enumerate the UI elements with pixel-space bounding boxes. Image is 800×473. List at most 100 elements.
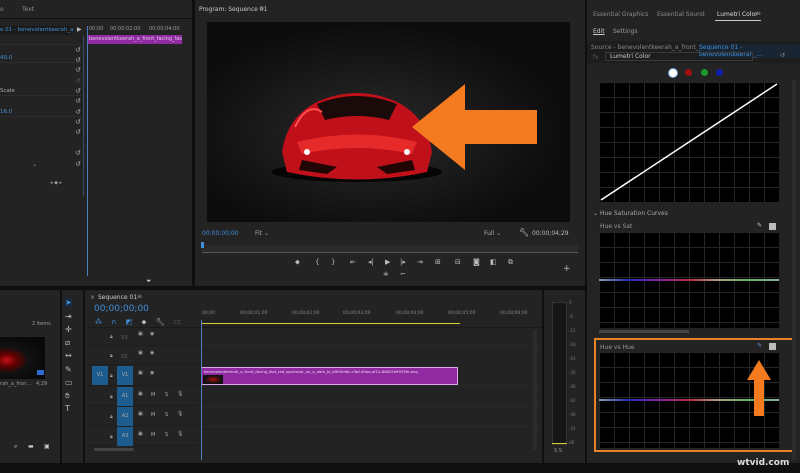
go-to-in-icon[interactable]: ⇤	[350, 258, 356, 266]
overwrite-icon[interactable]: ⊟	[455, 258, 461, 266]
folder-icon[interactable]: ▬	[28, 443, 34, 450]
new-item-icon[interactable]: ▣	[44, 443, 50, 450]
insert-icon[interactable]: ⊞	[435, 258, 441, 266]
selection-tool-icon[interactable]: ➤	[65, 298, 72, 307]
rgb-curve-graph[interactable]	[599, 82, 779, 202]
value-field[interactable]: 40.0	[0, 54, 82, 63]
play-only-icon[interactable]: ▶	[77, 26, 82, 33]
sync-lock-icon[interactable]: ▣	[138, 411, 143, 417]
reset-icon[interactable]: ↺	[75, 108, 81, 116]
filter-icon[interactable]: ⏷	[146, 277, 152, 286]
extract-icon[interactable]: ⌐	[400, 270, 406, 278]
sync-lock-icon[interactable]: ▣	[138, 391, 143, 397]
reset-icon[interactable]: ↺	[75, 128, 81, 136]
marker-icon[interactable]: ⬥	[141, 318, 146, 326]
subtab-edit[interactable]: Edit	[593, 28, 605, 35]
play-icon[interactable]: ▶	[385, 258, 390, 266]
enable-checkbox[interactable]	[769, 223, 776, 230]
source-label[interactable]: Source - benevolentkeerah_a_front_f...	[591, 44, 706, 51]
reset-icon[interactable]: ↺	[75, 77, 81, 85]
chevron-down-icon[interactable]: ⌄	[32, 161, 37, 168]
mic-icon[interactable]: 🎙︎	[177, 431, 183, 437]
scrub-playhead[interactable]	[201, 242, 204, 248]
track-label-v2[interactable]: V2	[121, 354, 128, 360]
toggle-output-icon[interactable]: ▣	[138, 370, 143, 376]
value-field[interactable]: 16.0	[0, 108, 82, 117]
reset-icon[interactable]: ↺	[75, 56, 81, 64]
eyedropper-icon[interactable]: ✎	[757, 342, 762, 349]
toggle-output-icon[interactable]: ▣	[138, 331, 143, 337]
mic-icon[interactable]: 🎙︎	[177, 391, 183, 397]
lift-icon[interactable]: ≑	[383, 270, 389, 278]
quality-select[interactable]: Full ⌄	[484, 230, 501, 237]
rectangle-icon[interactable]: ▭	[65, 378, 73, 387]
media-thumbnail[interactable]	[0, 337, 45, 379]
reset-icon[interactable]: ↺	[75, 118, 81, 126]
solo-button[interactable]: S	[165, 432, 168, 438]
eye-icon[interactable]: ◉	[150, 370, 154, 376]
step-forward-icon[interactable]: |▸	[400, 258, 406, 266]
meter-solo-buttons[interactable]: S S	[554, 448, 562, 454]
reset-icon[interactable]: ↺	[780, 52, 785, 59]
playhead[interactable]	[87, 26, 88, 276]
sync-lock-icon[interactable]: ▣	[138, 431, 143, 437]
slip-icon[interactable]: ↔	[65, 351, 72, 360]
scrub-bar[interactable]	[202, 245, 578, 253]
white-channel-button[interactable]	[669, 69, 677, 77]
solo-button[interactable]: S	[165, 412, 168, 418]
solo-button[interactable]: S	[165, 392, 168, 398]
panel-scrollbar[interactable]	[792, 80, 796, 460]
reset-icon[interactable]: ↺	[75, 149, 81, 157]
type-icon[interactable]: T	[65, 404, 70, 413]
tab-lumetri-color[interactable]: Lumetri Color	[717, 11, 758, 18]
razor-icon[interactable]: ⧄	[65, 338, 70, 348]
enable-checkbox[interactable]	[769, 343, 776, 350]
mute-button[interactable]: M	[151, 432, 155, 438]
eye-icon[interactable]: ◉	[150, 350, 154, 356]
work-area-bar[interactable]	[202, 323, 460, 324]
camera-icon[interactable]: ◙	[473, 258, 480, 266]
ripple-edit-icon[interactable]: ✛	[65, 325, 72, 334]
timeline-timecode[interactable]: 00;00;00;00	[94, 304, 149, 314]
source-patch-v1[interactable]: V1	[92, 366, 108, 385]
track-label-a1[interactable]: A1	[117, 387, 133, 406]
blue-channel-button[interactable]	[716, 69, 723, 76]
red-channel-button[interactable]	[685, 69, 692, 76]
tab-essential-graphics[interactable]: Essential Graphics	[593, 11, 648, 18]
mic-icon[interactable]: 🎙︎	[177, 411, 183, 417]
eyedropper-icon[interactable]: ✎	[757, 222, 762, 229]
add-button-icon[interactable]: +	[563, 264, 571, 274]
hand-icon[interactable]: ✋︎	[65, 391, 70, 401]
loop-icon[interactable]: ⧉	[508, 258, 513, 267]
tab-text[interactable]: Text	[22, 6, 34, 13]
item-name[interactable]: rah_a_fron...	[0, 381, 31, 387]
keyframe-nav[interactable]: ◂ ◆ ▸	[50, 180, 62, 186]
linked-icon[interactable]: ◩	[126, 318, 133, 326]
go-to-out-icon[interactable]: ⇥	[417, 258, 423, 266]
effect-select[interactable]: Lumetri Color	[605, 52, 753, 61]
menu-icon[interactable]: ≡	[259, 5, 264, 12]
compare-icon[interactable]: ◧	[490, 258, 497, 266]
reset-icon[interactable]: ↺	[75, 87, 81, 95]
source-header[interactable]: e 01 - benevolentkeerah_a_...	[0, 26, 74, 35]
track-select-icon[interactable]: ⇥	[65, 312, 72, 321]
section-header[interactable]: ⌄ Hue Saturation Curves	[593, 210, 668, 217]
toggle-output-icon[interactable]: ▣	[138, 350, 143, 356]
track-zoom-scrollbar[interactable]	[94, 448, 134, 451]
vertical-scrollbar[interactable]	[533, 330, 537, 450]
marker-icon[interactable]: ⬥	[295, 258, 300, 267]
mute-button[interactable]: M	[151, 412, 155, 418]
reset-icon[interactable]: ↺	[75, 46, 81, 54]
track-label-v1[interactable]: V1	[117, 366, 133, 385]
timeline-playhead[interactable]	[201, 320, 202, 460]
green-channel-button[interactable]	[701, 69, 708, 76]
reset-icon[interactable]: ↺	[75, 160, 81, 168]
track-label-a2[interactable]: A2	[117, 407, 133, 426]
snap-icon[interactable]: ∩	[111, 318, 116, 326]
step-back-icon[interactable]: ◂|	[368, 258, 374, 266]
zoom-select[interactable]: Fit ⌄	[255, 230, 287, 237]
mark-in-icon[interactable]: {	[315, 258, 319, 266]
captions-icon[interactable]: cc	[174, 318, 182, 326]
close-icon[interactable]: ×	[90, 294, 95, 301]
eye-icon[interactable]: ◉	[150, 331, 154, 337]
